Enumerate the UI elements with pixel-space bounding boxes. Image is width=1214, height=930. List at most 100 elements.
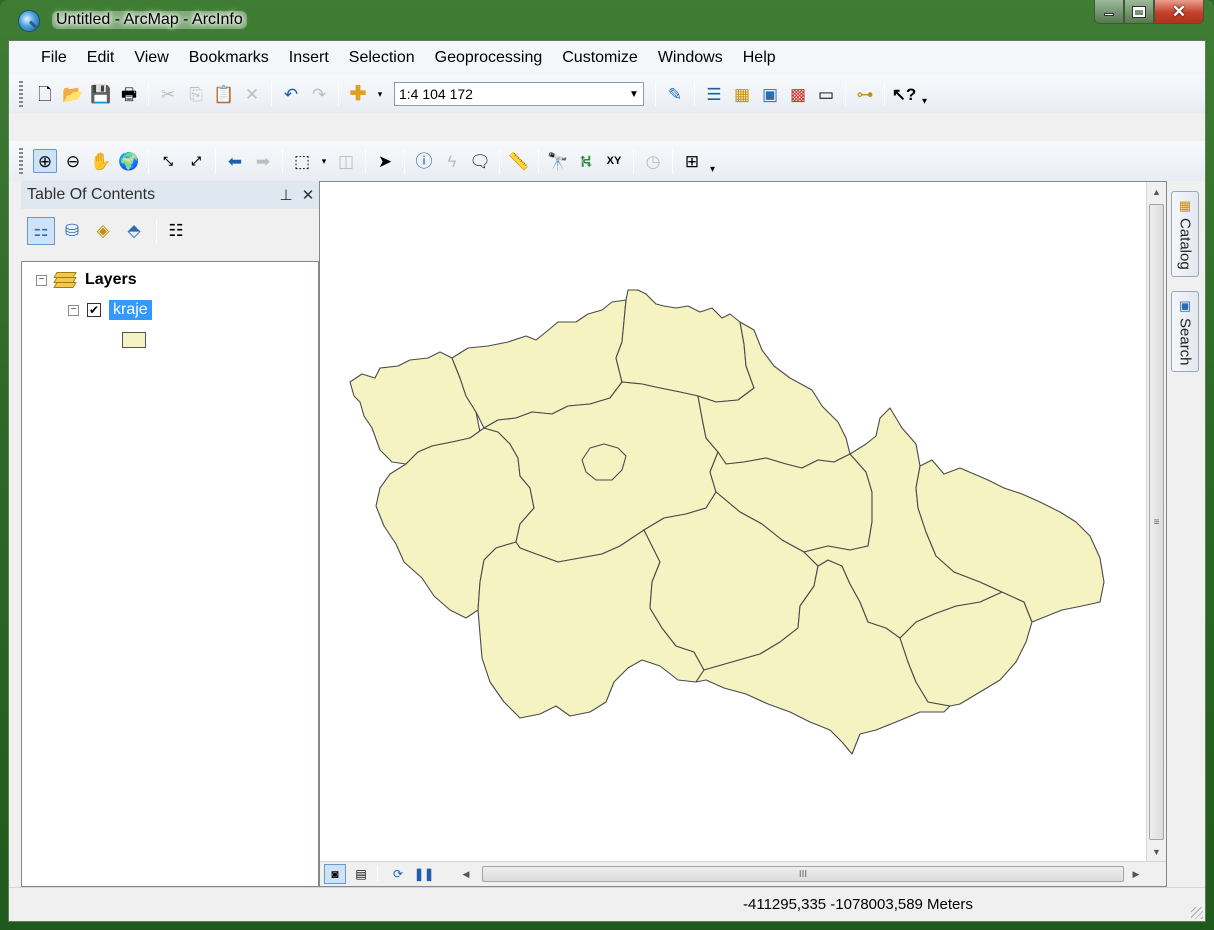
editor-toolbar-icon[interactable]: ✎ (663, 82, 687, 106)
map-scale-value[interactable]: 1:4 104 172 (395, 86, 625, 102)
scroll-right-icon[interactable]: ▶ (1128, 864, 1144, 884)
layers-icon (53, 272, 77, 288)
redo-icon[interactable]: ↷ (307, 82, 331, 106)
map-display[interactable]: ▲ ≡ ▼ ◙ ▤ ⟳ ❚❚ ◀ III ▶ (319, 181, 1167, 887)
menu-view[interactable]: View (124, 49, 178, 67)
select-elements-icon[interactable]: ➤ (373, 149, 397, 173)
magnifier-icon[interactable]: ⊞ (680, 149, 704, 173)
paste-icon[interactable]: 📋 (212, 82, 236, 106)
minimize-button[interactable] (1094, 0, 1124, 24)
add-data-dropdown-icon[interactable]: ▾ (374, 82, 386, 106)
go-to-xy-icon[interactable]: XY (602, 149, 626, 173)
layer-visibility-checkbox[interactable]: ✔ (87, 303, 101, 317)
collapse-icon[interactable]: − (68, 304, 79, 316)
find-route-icon[interactable]: ⛕ (574, 149, 598, 173)
find-icon[interactable]: 🔭 (546, 149, 570, 173)
zoom-in-icon[interactable]: ⊕ (33, 149, 57, 173)
copy-icon[interactable]: ⎘ (184, 82, 208, 106)
search-window-icon[interactable]: ▣ (758, 82, 782, 106)
list-by-source-icon[interactable]: ⛁ (58, 217, 86, 245)
arctoolbox-icon[interactable]: ▩ (786, 82, 810, 106)
save-icon[interactable]: 💾 (89, 82, 113, 106)
identify-icon[interactable]: ⓘ (412, 149, 436, 173)
delete-icon[interactable]: ✕ (240, 82, 264, 106)
pause-drawing-icon[interactable]: ❚❚ (413, 864, 435, 884)
tree-row-layer[interactable]: − ✔ kraje (68, 298, 152, 322)
hyperlink-icon[interactable]: ϟ (440, 149, 464, 173)
python-window-icon[interactable]: ▭ (814, 82, 838, 106)
maximize-button[interactable] (1124, 0, 1154, 24)
scroll-up-icon[interactable]: ▲ (1147, 182, 1166, 202)
menu-geoprocessing[interactable]: Geoprocessing (425, 49, 553, 67)
menu-bookmarks[interactable]: Bookmarks (179, 49, 279, 67)
open-icon[interactable]: 📂 (61, 82, 85, 106)
layer-name[interactable]: kraje (109, 300, 152, 320)
map-scale-combobox[interactable]: 1:4 104 172 ▼ (394, 82, 644, 106)
menu-file[interactable]: File (31, 49, 77, 67)
tree-row-symbol[interactable] (122, 328, 146, 352)
menu-windows[interactable]: Windows (648, 49, 733, 67)
close-button[interactable]: ✕ (1154, 0, 1204, 24)
data-frame-label[interactable]: Layers (85, 271, 137, 289)
title-bar[interactable]: Untitled - ArcMap - ArcInfo ✕ (0, 0, 1214, 40)
back-extent-icon[interactable]: ⬅ (223, 149, 247, 173)
vertical-scroll-thumb[interactable]: ≡ (1149, 204, 1164, 840)
scroll-left-icon[interactable]: ◀ (458, 864, 474, 884)
select-features-icon[interactable]: ⬚ (290, 149, 314, 173)
list-by-drawing-order-icon[interactable]: ⚏ (27, 217, 55, 245)
toolbar-grip[interactable] (19, 148, 23, 174)
chevron-down-icon[interactable]: ▼ (625, 89, 643, 100)
html-popup-icon[interactable]: 🗨 (468, 149, 492, 173)
scroll-down-icon[interactable]: ▼ (1147, 842, 1166, 862)
map-canvas[interactable] (320, 182, 1148, 862)
toolbar-separator (148, 149, 149, 173)
resize-grip-icon[interactable] (1191, 907, 1203, 919)
pin-icon[interactable]: ⊥ (275, 186, 297, 204)
menu-help[interactable]: Help (733, 49, 786, 67)
arcmap-globe-icon[interactable] (18, 10, 40, 32)
full-extent-icon[interactable]: 🌍 (117, 149, 141, 173)
table-of-contents-icon[interactable]: ☰ (702, 82, 726, 106)
cut-icon[interactable]: ✂ (156, 82, 180, 106)
clear-selection-icon[interactable]: ◫ (334, 149, 358, 173)
toc-header[interactable]: Table Of Contents ⊥ ✕ (21, 181, 319, 209)
add-data-icon[interactable]: ✚ (346, 82, 370, 106)
horizontal-scrollbar[interactable]: ◀ III ▶ (458, 864, 1144, 884)
collapse-icon[interactable]: − (36, 274, 47, 286)
catalog-window-icon[interactable]: ▦ (730, 82, 754, 106)
refresh-icon[interactable]: ⟳ (387, 864, 409, 884)
measure-icon[interactable]: 📏 (507, 149, 531, 173)
tree-row-layers[interactable]: − Layers (36, 268, 137, 292)
fixed-zoom-in-icon[interactable]: ⤡ (156, 149, 180, 173)
menu-insert[interactable]: Insert (279, 49, 339, 67)
vertical-scrollbar[interactable]: ▲ ≡ ▼ (1146, 182, 1166, 862)
horizontal-scroll-thumb[interactable]: III (482, 866, 1124, 882)
new-document-icon[interactable]: 🗋 (33, 82, 57, 106)
toolbar-overflow-icon[interactable]: ▾ (922, 96, 927, 107)
fixed-zoom-out-icon[interactable]: ⤢ (184, 149, 208, 173)
layout-view-icon[interactable]: ▤ (350, 864, 372, 884)
close-icon[interactable]: ✕ (297, 186, 319, 204)
toolbar-grip[interactable] (19, 81, 23, 107)
time-slider-icon[interactable]: ◷ (641, 149, 665, 173)
forward-extent-icon[interactable]: ➡ (251, 149, 275, 173)
zoom-out-icon[interactable]: ⊖ (61, 149, 85, 173)
undo-icon[interactable]: ↶ (279, 82, 303, 106)
toolbar-separator (672, 149, 673, 173)
catalog-dock-tab[interactable]: ▦ Catalog (1171, 191, 1199, 277)
menu-customize[interactable]: Customize (552, 49, 648, 67)
list-by-visibility-icon[interactable]: ◈ (89, 217, 117, 245)
modelbuilder-icon[interactable]: ⊶ (853, 82, 877, 106)
pan-icon[interactable]: ✋ (89, 149, 113, 173)
list-by-selection-icon[interactable]: ⬘ (120, 217, 148, 245)
search-dock-tab[interactable]: ▣ Search (1171, 290, 1199, 373)
options-icon[interactable]: ☷ (162, 217, 190, 245)
whats-this-icon[interactable]: ↖? (892, 82, 917, 106)
data-view-icon[interactable]: ◙ (324, 864, 346, 884)
toolbar-overflow-icon[interactable]: ▾ (710, 164, 715, 175)
menu-selection[interactable]: Selection (339, 49, 425, 67)
print-icon[interactable]: 🖶 (117, 82, 141, 106)
select-dropdown-icon[interactable]: ▾ (318, 149, 330, 173)
layer-symbol-swatch[interactable] (122, 332, 146, 348)
menu-edit[interactable]: Edit (77, 49, 125, 67)
